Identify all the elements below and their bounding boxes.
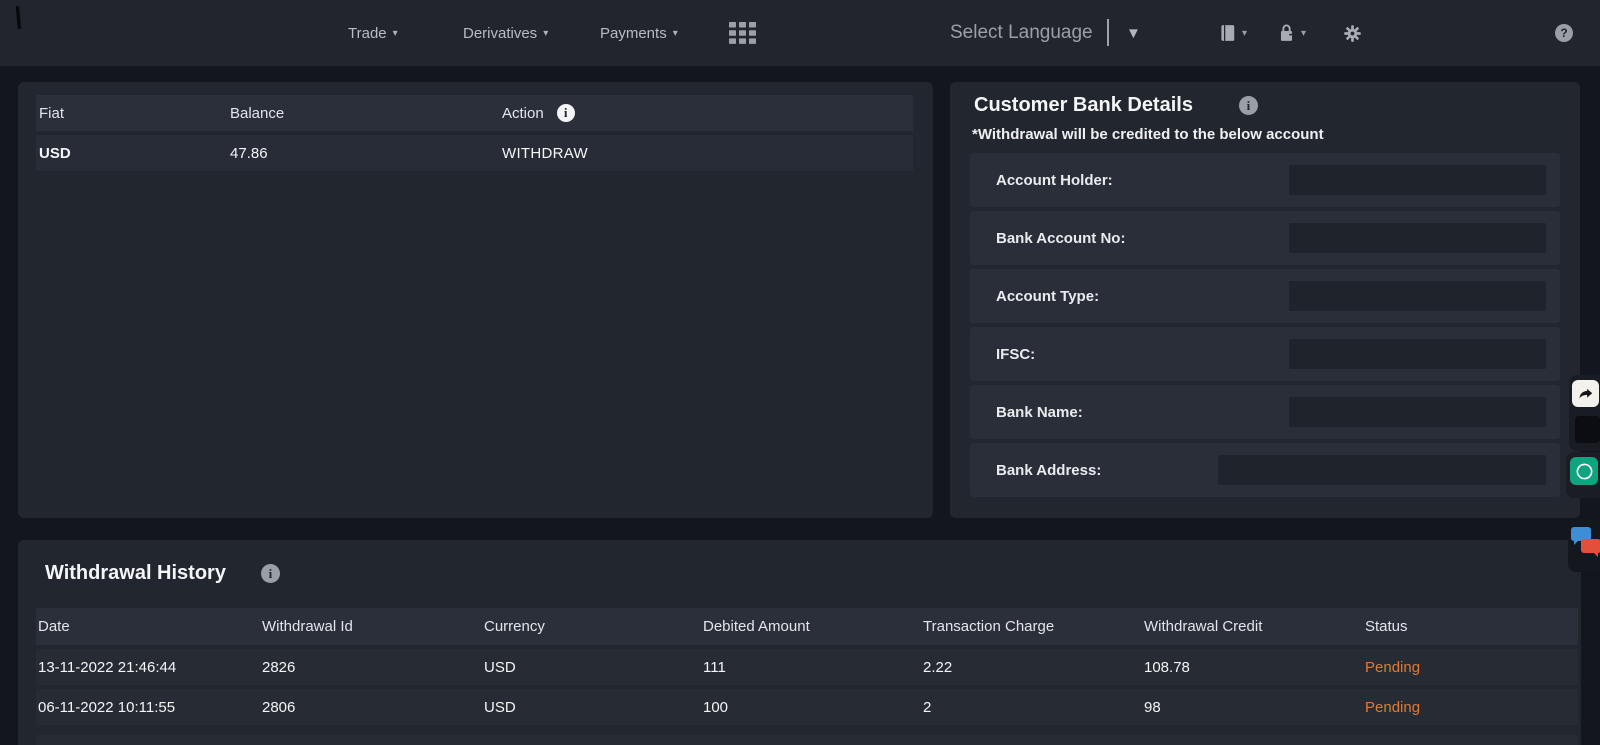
status-badge: Pending [1365,699,1578,716]
top-nav: \ Trade ▾ Derivatives ▾ Payments ▾ Selec… [0,0,1600,66]
lock-icon [1277,22,1296,44]
transaction-charge-cell: 2 [923,699,1144,716]
date-cell: 13-11-2022 21:46:44 [38,659,262,676]
bank-field-row: IFSC: [970,327,1560,381]
status-header: Status [1365,618,1578,635]
nav-menu-trade[interactable]: Trade ▾ [348,0,398,66]
broken-logo-glyph: \ [12,2,24,37]
bank-details-title: Customer Bank Details [974,94,1193,117]
nav-menu-payments-label: Payments [600,25,667,42]
fiat-table-row: USD 47.86 WITHDRAW [36,135,913,171]
nav-menu-derivatives[interactable]: Derivatives ▾ [463,0,548,66]
nav-menu-derivatives-label: Derivatives [463,25,537,42]
bank-address-label: Bank Address: [970,462,1101,479]
debited-amount-header: Debited Amount [703,618,923,635]
withdrawal-id-cell: 2826 [262,659,484,676]
withdrawal-history-title: Withdrawal History [45,562,226,585]
bank-details-fields: Account Holder: Bank Account No: Account… [970,153,1560,497]
chat-bubbles-icon[interactable] [1571,527,1600,557]
withdrawal-id-header: Withdrawal Id [262,618,484,635]
transaction-charge-cell: 2.22 [923,659,1144,676]
bank-field-row: Account Holder: [970,153,1560,207]
security-lock-menu[interactable]: ▾ [1277,0,1306,66]
bank-field-row: Bank Name: [970,385,1560,439]
fiat-header-cell: Fiat [39,105,230,122]
settings-gear-icon[interactable] [1343,0,1362,66]
debited-amount-cell: 100 [703,699,923,716]
account-holder-label: Account Holder: [970,172,1113,189]
chevron-down-icon: ▾ [543,28,548,39]
currency-header: Currency [484,618,703,635]
collapsed-widget-button[interactable] [1575,416,1600,443]
bank-name-input[interactable] [1289,397,1546,427]
apps-grid-icon[interactable] [729,22,756,44]
history-table-row-clipped [36,735,1578,745]
ifsc-input[interactable] [1289,339,1546,369]
currency-cell: USD [484,699,703,716]
withdrawal-credit-cell: 108.78 [1144,659,1365,676]
debited-amount-cell: 111 [703,659,923,676]
withdrawal-credit-cell: 98 [1144,699,1365,716]
bank-address-input[interactable] [1218,455,1546,485]
history-table-row: 13-11-2022 21:46:44 2826 USD 111 2.22 10… [36,649,1578,685]
history-table-row: 06-11-2022 10:11:55 2806 USD 100 2 98 Pe… [36,689,1578,725]
bank-field-row: Bank Account No: [970,211,1560,265]
bank-account-no-label: Bank Account No: [970,230,1125,247]
nav-menu-payments[interactable]: Payments ▾ [600,0,678,66]
share-icon[interactable] [1572,380,1599,407]
fiat-balance-panel: Fiat Balance Action i USD 47.86 WITHDRAW [18,82,933,518]
chat-bubble-red [1581,539,1600,553]
fiat-balance-cell: 47.86 [230,145,502,162]
status-badge: Pending [1365,659,1578,676]
action-header-cell: Action i [502,104,913,122]
bank-name-label: Bank Name: [970,404,1083,421]
account-holder-input[interactable] [1289,165,1546,195]
nav-menu-trade-label: Trade [348,25,387,42]
bank-details-subtitle: *Withdrawal will be credited to the belo… [972,126,1324,143]
withdrawal-credit-header: Withdrawal Credit [1144,618,1365,635]
customer-bank-details-panel: Customer Bank Details i *Withdrawal will… [950,82,1580,518]
select-language-button[interactable]: Select Language [950,0,1093,66]
account-type-label: Account Type: [970,288,1099,305]
bank-field-row: Account Type: [970,269,1560,323]
date-cell: 06-11-2022 10:11:55 [38,699,262,716]
bank-account-no-input[interactable] [1289,223,1546,253]
ifsc-label: IFSC: [970,346,1035,363]
bank-details-info-icon[interactable]: i [1239,96,1258,115]
orders-book-menu[interactable]: ▾ [1218,0,1247,66]
chevron-down-icon: ▾ [393,28,398,39]
currency-cell: USD [484,659,703,676]
fiat-currency-cell: USD [39,145,230,162]
language-divider [1107,19,1109,46]
bank-field-row: Bank Address: [970,443,1560,497]
language-dropdown-triangle-icon[interactable]: ▼ [1126,0,1141,66]
chevron-down-icon: ▾ [1242,28,1247,39]
chevron-down-icon: ▾ [1301,28,1306,39]
withdrawal-id-cell: 2806 [262,699,484,716]
book-icon [1218,23,1237,43]
action-header-label: Action [502,105,544,122]
chatgpt-icon[interactable] [1570,457,1598,485]
withdrawal-history-panel: Withdrawal History i Date Withdrawal Id … [18,540,1581,745]
date-header: Date [38,618,262,635]
balance-header-cell: Balance [230,105,502,122]
withdrawal-history-table: Date Withdrawal Id Currency Debited Amou… [36,608,1578,745]
transaction-charge-header: Transaction Charge [923,618,1144,635]
withdraw-button[interactable]: WITHDRAW [502,145,588,162]
action-info-icon[interactable]: i [557,104,575,122]
history-table-header: Date Withdrawal Id Currency Debited Amou… [36,608,1578,645]
fiat-table-header: Fiat Balance Action i [36,95,913,131]
help-icon[interactable]: ? [1555,24,1573,42]
account-type-input[interactable] [1289,281,1546,311]
withdrawal-history-info-icon[interactable]: i [261,564,280,583]
fiat-table: Fiat Balance Action i USD 47.86 WITHDRAW [36,95,913,171]
chevron-down-icon: ▾ [673,28,678,39]
